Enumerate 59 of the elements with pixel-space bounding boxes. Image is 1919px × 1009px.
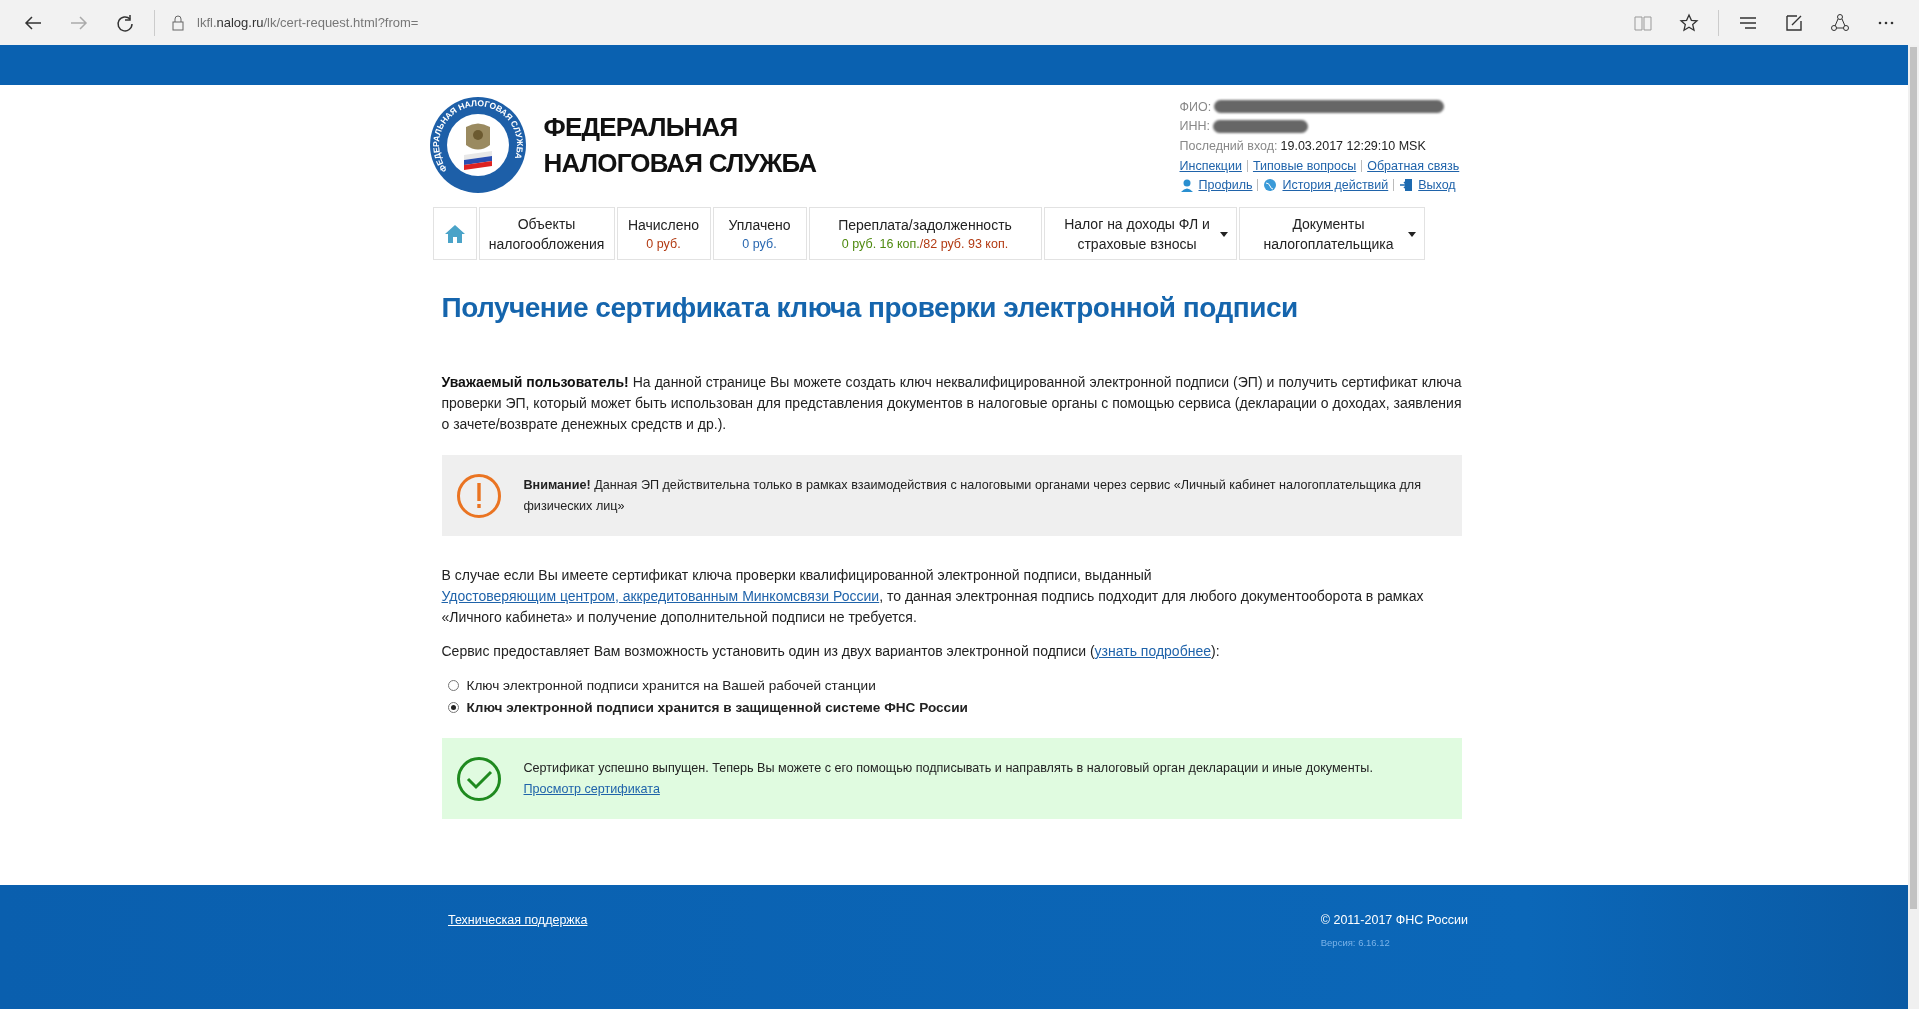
nav-label: Налог на доходы ФЛ и страховые взносы	[1063, 214, 1211, 254]
nav-label: Уплачено	[728, 215, 791, 235]
header-link[interactable]: Типовые вопросы	[1252, 158, 1357, 173]
accredited-center-link[interactable]: Удостоверяющим центром, аккредитованным Минкомсвязи России	[441, 588, 880, 604]
options-intro: Сервис предоставляет Вам возможность установить один из двух вариантов электронной подписи (узнать подробнее):	[441, 642, 1221, 661]
header-link[interactable]: История действий	[1282, 178, 1389, 193]
address-field[interactable]: lkfl.nalog.ru/lk/cert-request.html?from=	[197, 15, 419, 30]
radio-button[interactable]	[447, 679, 459, 691]
nav-tab[interactable]: Уплачено 0 руб.	[712, 207, 807, 260]
home-icon	[443, 222, 466, 245]
nav-label: Документы налогоплательщика	[1262, 214, 1395, 254]
door-icon	[1399, 178, 1414, 193]
header-link[interactable]: Обратная связь	[1367, 158, 1460, 173]
nav-tab[interactable]: Налог на доходы ФЛ и страховые взносы	[1043, 207, 1237, 260]
support-link[interactable]: Техническая поддержка	[448, 913, 588, 948]
radio-button[interactable]	[447, 701, 459, 713]
agency-name: НАЛОГОВАЯ СЛУЖБА	[543, 147, 818, 180]
star-icon[interactable]	[1679, 12, 1699, 33]
intro-paragraph: Уважаемый пользователь! На данной странице Вы можете создать ключ неквалифицированной электронной подписи (ЭП) и получить сертификат ключа проверки ЭП, который может быть использован для представления документов в налоговые органы с помощью сервиса (декларации о доходах, заявления о зачете/возврате денежных средств и др.).	[441, 373, 1462, 434]
header-link[interactable]: Инспекции	[1179, 158, 1242, 173]
notice-message: Сертификат успешно выпущен. Теперь Вы можете с его помощью подписывать и направлять в налоговый орган декларации и иные документы.	[523, 759, 1373, 777]
person-icon	[1179, 178, 1194, 193]
amount-value: 0 руб.	[742, 236, 777, 251]
option-label: Ключ электронной подписи хранится в защищенной системе ФНС России	[466, 699, 968, 715]
notice-message: Внимание! Данная ЭП действительна только в рамках взаимодействия с налоговыми органами через сервис «Личный кабинет налогоплательщика для физических лиц»	[523, 476, 1422, 515]
note-icon[interactable]	[1784, 12, 1804, 33]
nav-tab[interactable]: Переплата/задолженность 0 руб. 16 коп./82 руб. 93 коп.	[808, 207, 1042, 260]
copyright-text: © 2011-2017 ФНС России	[1320, 913, 1468, 927]
agency-name: ФЕДЕРАЛЬНАЯ	[543, 111, 739, 144]
share-icon[interactable]	[1830, 12, 1850, 33]
nav-label: Переплата/задолженность	[838, 215, 1012, 235]
exclamation-icon	[455, 472, 502, 519]
amount-value: 0 руб. 16 коп.	[841, 236, 920, 251]
field-label: Последний вход:	[1179, 139, 1278, 153]
nav-tab[interactable]: Документы налогоплательщика	[1238, 207, 1425, 260]
certificate-link[interactable]: Просмотр сертификата	[523, 781, 660, 796]
globe-icon	[1263, 178, 1278, 193]
option-label: Ключ электронной подписи хранится на Вашей рабочей станции	[466, 677, 876, 693]
nav-tab[interactable]: Объекты налогообложения	[478, 207, 615, 260]
lock-icon	[171, 14, 185, 31]
refresh-icon[interactable]	[115, 12, 135, 33]
nav-tab[interactable]: Начислено 0 руб.	[616, 207, 711, 260]
learn-more-link[interactable]: узнать подробнее	[1094, 643, 1211, 659]
header-link[interactable]: Профиль	[1198, 178, 1253, 193]
field-label: ФИО:	[1179, 99, 1212, 114]
checkmark-icon	[455, 755, 502, 802]
last-login-time: 19.03.2017 12:29:10 MSK	[1280, 139, 1426, 153]
scrollbar-thumb[interactable]	[1910, 47, 1917, 909]
nav-label: Начислено	[627, 215, 700, 235]
nav-label: Объекты налогообложения	[488, 214, 605, 254]
field-label: ИНН:	[1179, 119, 1210, 134]
amount-value: 0 руб.	[646, 236, 681, 251]
version-text: Версия: 6.16.12	[1320, 937, 1391, 948]
header-link[interactable]: Выход	[1418, 178, 1456, 193]
scrollbar[interactable]	[1908, 45, 1919, 1009]
page-title: Получение сертификата ключа проверки электронной подписи	[441, 291, 1298, 325]
amount-value: /82 руб. 93 коп.	[919, 236, 1009, 251]
info-paragraph: В случае если Вы имеете сертификат ключа проверки квалифицированной электронной подписи, выданный Удостоверяющим центром, аккредитованным Минкомсвязи России, то данная электронная подпись подходит для любого документооборота в рамках «Личного кабинета» и получение дополнительной подписи не требуется.	[441, 566, 1425, 627]
home-tab[interactable]	[432, 207, 477, 260]
